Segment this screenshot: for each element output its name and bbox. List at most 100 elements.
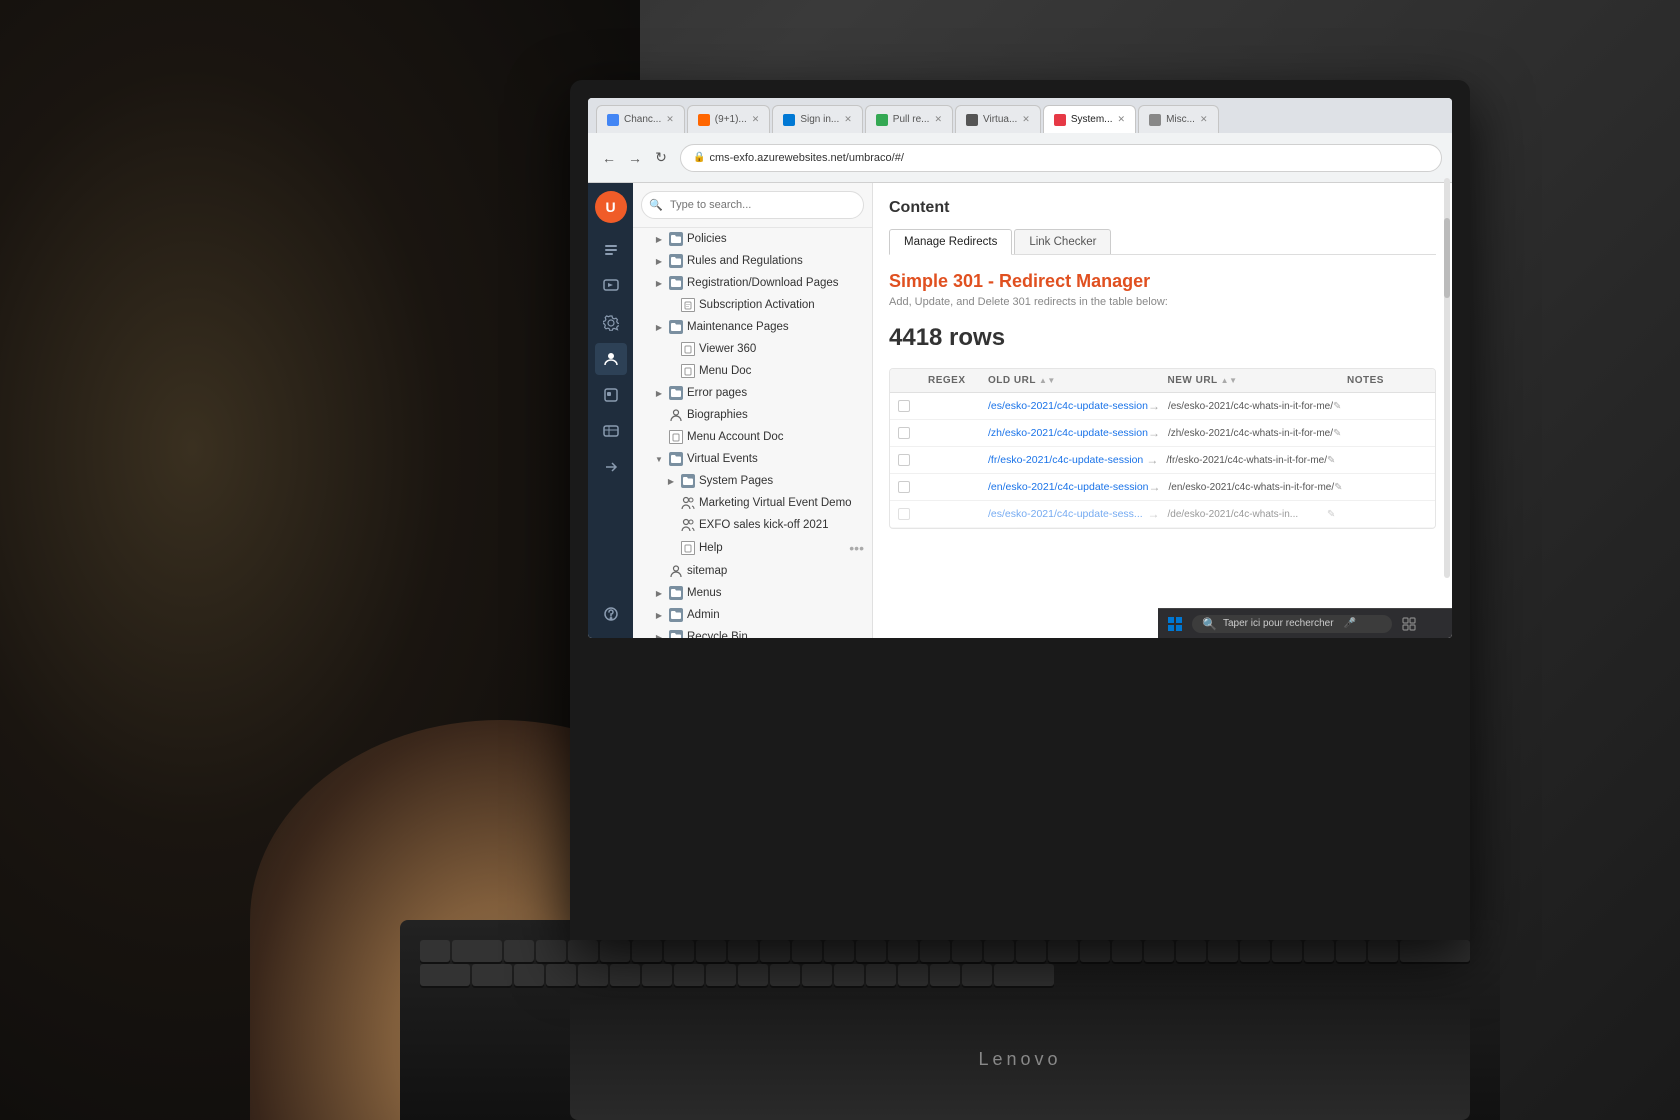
row-edit-5[interactable]: ✎ bbox=[1327, 509, 1347, 520]
row-checkbox-5[interactable] bbox=[898, 508, 910, 520]
taskbar-search-bar[interactable]: 🔍 Taper ici pour rechercher 🎤 bbox=[1192, 615, 1392, 633]
expand-arrow-maintenance[interactable]: ▶ bbox=[653, 321, 665, 333]
sidebar-icon-arrow[interactable] bbox=[595, 451, 627, 483]
tree-item-menuaccountdoc[interactable]: ▶ Menu Account Doc bbox=[633, 426, 872, 448]
expand-arrow-policies[interactable]: ▶ bbox=[653, 233, 665, 245]
table-row-2[interactable]: /zh/esko-2021/c4c-update-session → /zh/e… bbox=[890, 420, 1435, 447]
tree-item-help[interactable]: ▶ Help ••• bbox=[633, 536, 872, 560]
tree-label-subscription: Subscription Activation bbox=[699, 299, 815, 311]
sidebar-icon-media[interactable] bbox=[595, 271, 627, 303]
url-input[interactable]: 🔒 cms-exfo.azurewebsites.net/umbraco/#/ bbox=[680, 144, 1442, 172]
row-edit-3[interactable]: ✎ bbox=[1327, 455, 1347, 466]
tree-item-viewer360[interactable]: ▶ Viewer 360 bbox=[633, 338, 872, 360]
more-options-help[interactable]: ••• bbox=[849, 540, 864, 556]
forward-button[interactable]: → bbox=[624, 147, 646, 169]
expand-arrow-systempages[interactable]: ▶ bbox=[665, 475, 677, 487]
back-button[interactable]: ← bbox=[598, 147, 620, 169]
browser-tab-4[interactable]: Pull re... ✕ bbox=[865, 105, 953, 133]
tree-item-exfosales[interactable]: ▶ EXFO sales kick-off 2021 bbox=[633, 514, 872, 536]
expand-arrow-menus[interactable]: ▶ bbox=[653, 587, 665, 599]
tree-item-virtualevents[interactable]: ▼ Virtual Events bbox=[633, 448, 872, 470]
tab-close-active[interactable]: ✕ bbox=[1118, 114, 1126, 125]
col-header-regex[interactable]: REGEX bbox=[928, 375, 988, 386]
expand-arrow-recyclebin[interactable]: ▶ bbox=[653, 631, 665, 638]
sidebar-icon-help[interactable] bbox=[595, 598, 627, 630]
browser-tab-5[interactable]: Virtua... ✕ bbox=[955, 105, 1041, 133]
tab-close-3[interactable]: ✕ bbox=[844, 114, 852, 125]
tree-item-biographies[interactable]: ▶ Biographies bbox=[633, 404, 872, 426]
row-checkbox-3[interactable] bbox=[898, 454, 910, 466]
tree-label-viewer360: Viewer 360 bbox=[699, 343, 756, 355]
tree-item-maintenance[interactable]: ▶ Maintenance Pages bbox=[633, 316, 872, 338]
tree-item-sitemap[interactable]: ▶ sitemap bbox=[633, 560, 872, 582]
search-input[interactable] bbox=[641, 191, 864, 219]
tree-item-registration[interactable]: ▶ Registration/Download Pages bbox=[633, 272, 872, 294]
tree-item-rules[interactable]: ▶ Rules and Regulations bbox=[633, 250, 872, 272]
search-box: 🔍 bbox=[633, 183, 872, 228]
row-arrow-5: → bbox=[1148, 507, 1168, 521]
tab-manage-redirects[interactable]: Manage Redirects bbox=[889, 229, 1012, 255]
table-row-1[interactable]: /es/esko-2021/c4c-update-session → /es/e… bbox=[890, 393, 1435, 420]
table-row-4[interactable]: /en/esko-2021/c4c-update-session → /en/e… bbox=[890, 474, 1435, 501]
tree-item-marketingvirtual[interactable]: ▶ Marketing Virtual Event Demo bbox=[633, 492, 872, 514]
tree-label-marketingvirtual: Marketing Virtual Event Demo bbox=[699, 497, 852, 509]
col-header-newurl[interactable]: NEW URL ▲▼ bbox=[1168, 375, 1328, 386]
address-bar-row: ← → ↻ 🔒 cms-exfo.azurewebsites.net/umbra… bbox=[588, 133, 1452, 183]
row-edit-4[interactable]: ✎ bbox=[1334, 482, 1354, 493]
folder-icon-menus bbox=[669, 586, 683, 600]
tree-item-menus[interactable]: ▶ Menus bbox=[633, 582, 872, 604]
tab-favicon-active bbox=[1054, 114, 1066, 126]
tree-item-systempages[interactable]: ▶ System Pages bbox=[633, 470, 872, 492]
expand-arrow-registration[interactable]: ▶ bbox=[653, 277, 665, 289]
browser-tab-3[interactable]: Sign in... ✕ bbox=[772, 105, 862, 133]
row-checkbox-1[interactable] bbox=[898, 400, 910, 412]
taskbar-task-view[interactable] bbox=[1400, 615, 1418, 633]
laptop-screen: Chanc... ✕ (9+1)... ✕ Sign in... ✕ Pull … bbox=[588, 98, 1452, 638]
tree-label-help: Help bbox=[699, 542, 723, 554]
rows-count: 4418 rows bbox=[889, 324, 1436, 352]
tab-favicon-3 bbox=[783, 114, 795, 126]
table-row-5[interactable]: /es/esko-2021/c4c-update-sess... → /de/e… bbox=[890, 501, 1435, 528]
icon-sidebar: U bbox=[588, 183, 633, 638]
row-checkbox-4[interactable] bbox=[898, 481, 910, 493]
tab-favicon-1 bbox=[607, 114, 619, 126]
sidebar-icon-settings[interactable] bbox=[595, 307, 627, 339]
sidebar-icon-tables[interactable] bbox=[595, 415, 627, 447]
tree-item-admin[interactable]: ▶ Admin bbox=[633, 604, 872, 626]
tree-label-systempages: System Pages bbox=[699, 475, 773, 487]
content-header: Content bbox=[889, 199, 1436, 217]
tab-close-7[interactable]: ✕ bbox=[1200, 114, 1208, 125]
row-checkbox-2[interactable] bbox=[898, 427, 910, 439]
tree-item-errorpages[interactable]: ▶ Error pages bbox=[633, 382, 872, 404]
row-edit-1[interactable]: ✎ bbox=[1333, 401, 1353, 412]
table-row-3[interactable]: /fr/esko-2021/c4c-update-session → /fr/e… bbox=[890, 447, 1435, 474]
tree-item-subscription[interactable]: ▶ Subscription Activation bbox=[633, 294, 872, 316]
browser-tab-active[interactable]: System... ✕ bbox=[1043, 105, 1136, 133]
row-oldurl-3: /fr/esko-2021/c4c-update-session bbox=[988, 454, 1146, 466]
sidebar-icon-content[interactable] bbox=[595, 235, 627, 267]
windows-start-button[interactable] bbox=[1166, 615, 1184, 633]
expand-arrow-virtualevents[interactable]: ▼ bbox=[653, 453, 665, 465]
expand-arrow-rules[interactable]: ▶ bbox=[653, 255, 665, 267]
tab-link-checker[interactable]: Link Checker bbox=[1014, 229, 1111, 254]
sidebar-icon-users[interactable] bbox=[595, 343, 627, 375]
expand-arrow-admin[interactable]: ▶ bbox=[653, 609, 665, 621]
browser-tab-1[interactable]: Chanc... ✕ bbox=[596, 105, 685, 133]
browser-tab-2[interactable]: (9+1)... ✕ bbox=[687, 105, 771, 133]
tree-item-menudoc[interactable]: ▶ Menu Doc bbox=[633, 360, 872, 382]
sidebar-icon-forms[interactable] bbox=[595, 379, 627, 411]
row-edit-2[interactable]: ✎ bbox=[1333, 428, 1353, 439]
tree-item-recyclebin[interactable]: ▶ Recycle Bin bbox=[633, 626, 872, 638]
col-header-oldurl[interactable]: OLD URL ▲▼ bbox=[988, 375, 1148, 386]
tab-close-4[interactable]: ✕ bbox=[934, 114, 942, 125]
tab-close-2[interactable]: ✕ bbox=[752, 114, 760, 125]
expand-arrow-errorpages[interactable]: ▶ bbox=[653, 387, 665, 399]
browser-tab-7[interactable]: Misc... ✕ bbox=[1138, 105, 1218, 133]
tree-label-maintenance: Maintenance Pages bbox=[687, 321, 789, 333]
row-newurl-2: /zh/esko-2021/c4c-whats-in-it-for-me/ bbox=[1168, 427, 1333, 439]
tab-close-5[interactable]: ✕ bbox=[1022, 114, 1030, 125]
tab-close-1[interactable]: ✕ bbox=[666, 114, 674, 125]
windows-taskbar: 🔍 Taper ici pour rechercher 🎤 E 🦊 e 📁 Ps bbox=[1158, 608, 1452, 638]
reload-button[interactable]: ↻ bbox=[650, 147, 672, 169]
tree-item-policies[interactable]: ▶ Policies bbox=[633, 228, 872, 250]
